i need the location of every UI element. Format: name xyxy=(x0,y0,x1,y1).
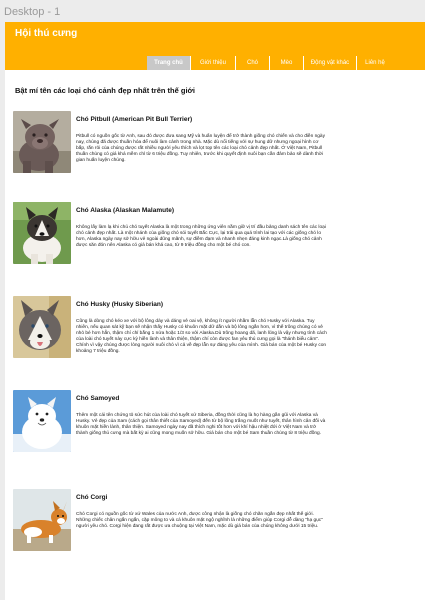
article-text: Không lấy làm lạ khi chú chó tuyết Alask… xyxy=(76,225,326,249)
husky-photo[interactable] xyxy=(13,296,71,358)
article-text: Cũng là dòng chó kéo xe với bộ lông dày … xyxy=(76,319,327,355)
alaska-photo[interactable] xyxy=(13,202,71,264)
article-title[interactable]: Chó Corgi xyxy=(76,494,107,501)
article-title[interactable]: Chó Alaska (Alaskan Malamute) xyxy=(76,207,174,214)
corgi-photo[interactable] xyxy=(13,489,71,551)
nav-cats[interactable]: Mèo xyxy=(269,56,303,70)
article-text: Pitbull có nguồn gốc từ Anh, sau đó được… xyxy=(76,134,326,164)
samoyed-photo[interactable] xyxy=(13,390,71,452)
article-title[interactable]: Chó Husky (Husky Siberian) xyxy=(76,301,163,308)
article-corgi: Chó Corgi Chó Corgi có nguồn gốc từ xứ W… xyxy=(13,489,413,559)
frame-label: Desktop - 1 xyxy=(4,6,61,18)
site-title[interactable]: Hội thú cưng xyxy=(15,28,77,39)
nav-other-animals[interactable]: Động vật khác xyxy=(303,56,356,70)
site-header: Hội thú cưng Trang chủ Giới thiệu Chó Mè… xyxy=(5,22,425,70)
article-alaska: Chó Alaska (Alaskan Malamute) Không lấy … xyxy=(13,202,413,272)
article-title[interactable]: Chó Pitbull (American Pit Bull Terrier) xyxy=(76,116,192,123)
article-husky: Chó Husky (Husky Siberian) Cũng là dòng … xyxy=(13,296,413,366)
nav-about[interactable]: Giới thiệu xyxy=(190,56,235,70)
nav-dogs[interactable]: Chó xyxy=(235,56,269,70)
main-nav: Trang chủ Giới thiệu Chó Mèo Động vật kh… xyxy=(147,56,393,70)
article-title[interactable]: Chó Samoyed xyxy=(76,395,119,402)
nav-home[interactable]: Trang chủ xyxy=(147,56,190,70)
page: Hội thú cưng Trang chủ Giới thiệu Chó Mè… xyxy=(5,22,425,600)
page-heading: Bật mí tên các loại chó cảnh đẹp nhất tr… xyxy=(15,86,195,95)
article-samoyed: Chó Samoyed Thêm một cái tên chứng tỏ sứ… xyxy=(13,390,413,460)
article-text: Chó Corgi có nguồn gốc từ xứ Wales của n… xyxy=(76,512,323,530)
nav-contact[interactable]: Liên hệ xyxy=(356,56,393,70)
article-pitbull: Chó Pitbull (American Pit Bull Terrier) … xyxy=(13,111,413,181)
pitbull-photo[interactable] xyxy=(13,111,71,173)
article-text: Thêm một cái tên chứng tỏ sức hút của lo… xyxy=(76,413,326,437)
